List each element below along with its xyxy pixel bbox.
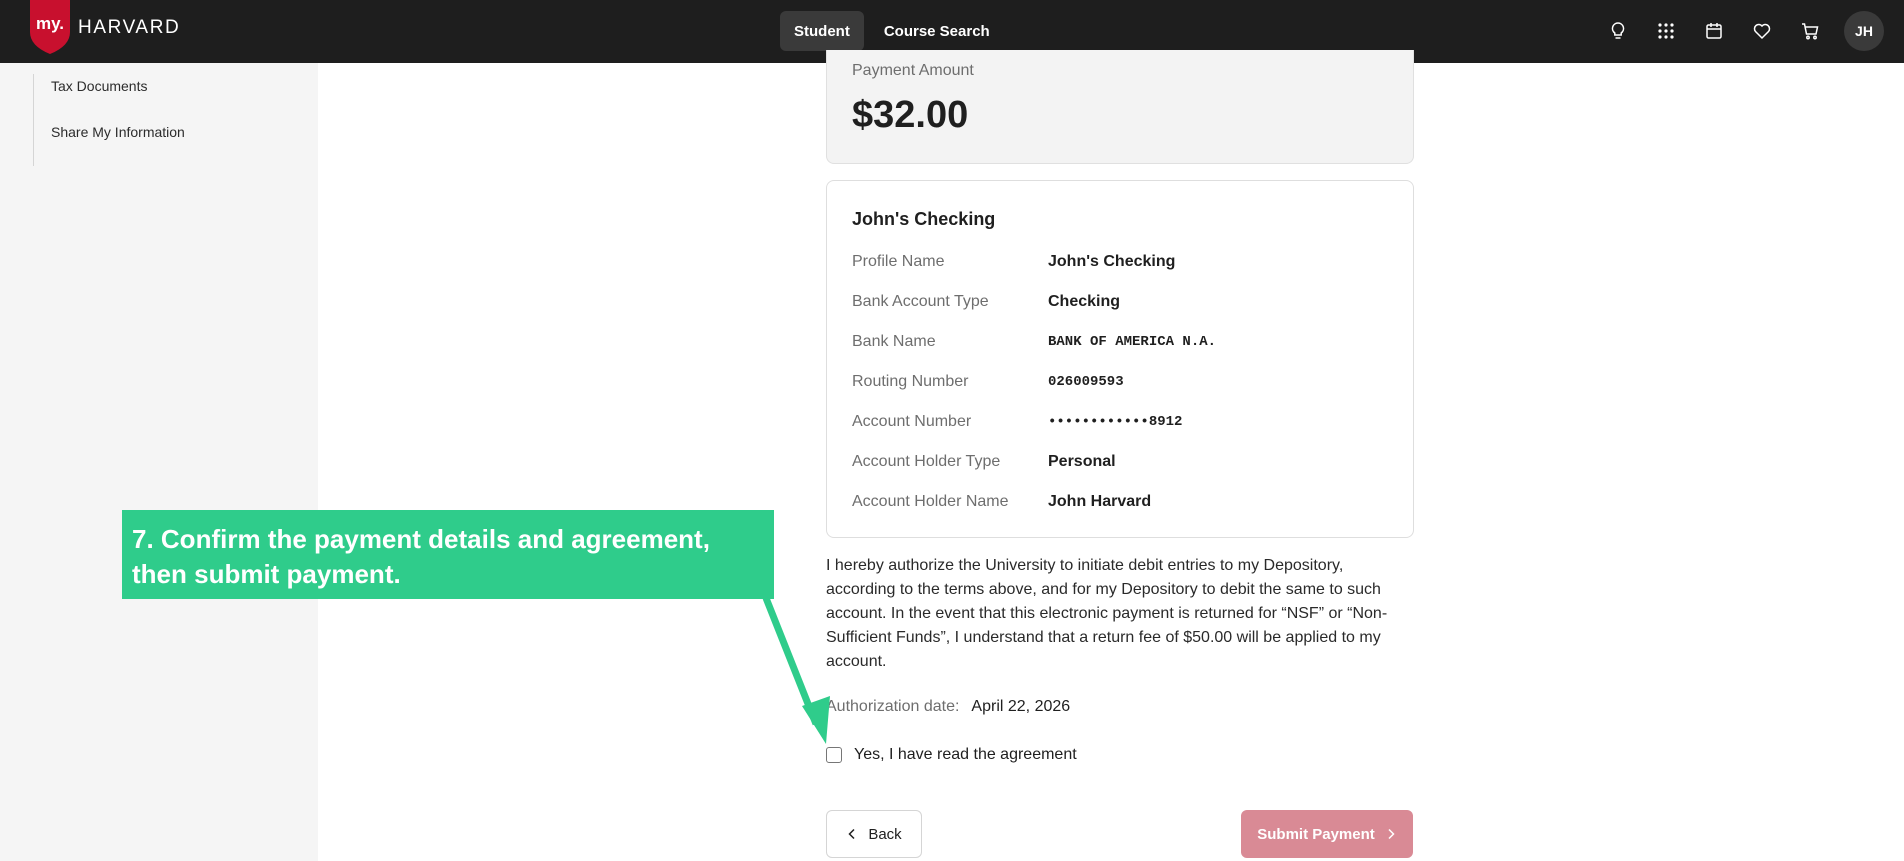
cart-icon[interactable] (1786, 11, 1834, 51)
detail-label: Profile Name (852, 253, 945, 270)
apps-grid-icon[interactable] (1642, 11, 1690, 51)
tab-course-search[interactable]: Course Search (870, 11, 1004, 51)
detail-value: Personal (1048, 453, 1116, 470)
my-harvard-logo[interactable]: my. HARVARD (30, 0, 179, 54)
sidebar-list: Tax Documents Share My Information (33, 74, 185, 166)
back-button-label: Back (868, 825, 902, 843)
payment-amount-value: $32.00 (852, 94, 969, 136)
detail-value: John's Checking (1048, 253, 1176, 270)
tab-student[interactable]: Student (780, 11, 864, 51)
agreement-text: I hereby authorize the University to ini… (826, 557, 1388, 670)
account-card-title: John's Checking (852, 209, 996, 229)
account-details-list: Profile Name John's Checking Bank Accoun… (852, 242, 1216, 522)
user-avatar[interactable]: JH (1844, 11, 1884, 51)
sidebar: Tax Documents Share My Information (0, 63, 318, 861)
chevron-right-icon (1388, 828, 1395, 840)
account-detail-row: Bank Account Type Checking (852, 282, 1216, 322)
detail-value: BANK OF AMERICA N.A. (1048, 334, 1217, 350)
sidebar-item-tax-documents[interactable]: Tax Documents (34, 74, 185, 120)
account-detail-row: Bank Name BANK OF AMERICA N.A. (852, 322, 1216, 362)
harvard-shield-icon: my. (30, 0, 70, 54)
detail-value: ••••••••••••8912 (1048, 414, 1183, 430)
detail-label: Bank Account Type (852, 293, 989, 310)
payment-amount-card: Payment Amount $32.00 (826, 50, 1414, 164)
detail-label: Routing Number (852, 373, 969, 390)
heart-icon[interactable] (1738, 11, 1786, 51)
payment-amount-label: Payment Amount (852, 62, 974, 79)
calendar-icon[interactable] (1690, 11, 1738, 51)
account-detail-row: Routing Number 026009593 (852, 362, 1216, 402)
callout-arrow-icon (762, 596, 830, 744)
lightbulb-icon[interactable] (1594, 11, 1642, 51)
back-button[interactable]: Back (826, 810, 922, 858)
agreement-checkbox-label[interactable]: Yes, I have read the agreement (854, 746, 1077, 764)
authorization-date-row: Authorization date: April 22, 2026 (826, 698, 1070, 716)
authorization-date-label: Authorization date: (826, 698, 960, 715)
submit-payment-label: Submit Payment (1257, 825, 1375, 843)
detail-value: John Harvard (1048, 493, 1152, 510)
callout-text: 7. Confirm the payment details and agree… (132, 524, 710, 589)
agreement-checkbox-row[interactable]: Yes, I have read the agreement (826, 746, 1077, 764)
logo-prefix: my. (36, 14, 64, 33)
logo-wordmark: HARVARD (78, 17, 181, 38)
top-icon-group: JH (1594, 11, 1884, 51)
bank-account-card: John's Checking Profile Name John's Chec… (826, 180, 1414, 538)
main-nav: Student Course Search (780, 11, 1004, 51)
account-detail-row: Account Holder Type Personal (852, 442, 1216, 482)
detail-label: Account Holder Type (852, 453, 1001, 470)
account-detail-row: Account Holder Name John Harvard (852, 482, 1216, 522)
detail-value: Checking (1048, 293, 1121, 310)
detail-label: Account Number (852, 413, 972, 430)
account-detail-row: Profile Name John's Checking (852, 242, 1216, 282)
detail-value: 026009593 (1048, 374, 1124, 390)
detail-label: Bank Name (852, 333, 936, 350)
account-detail-row: Account Number ••••••••••••8912 (852, 402, 1216, 442)
authorization-date-value: April 22, 2026 (971, 698, 1071, 715)
tutorial-callout: 7. Confirm the payment details and agree… (122, 510, 774, 599)
submit-payment-button[interactable]: Submit Payment (1241, 810, 1413, 858)
sidebar-item-share-my-information[interactable]: Share My Information (34, 120, 185, 166)
chevron-left-icon (848, 828, 855, 840)
detail-label: Account Holder Name (852, 493, 1009, 510)
